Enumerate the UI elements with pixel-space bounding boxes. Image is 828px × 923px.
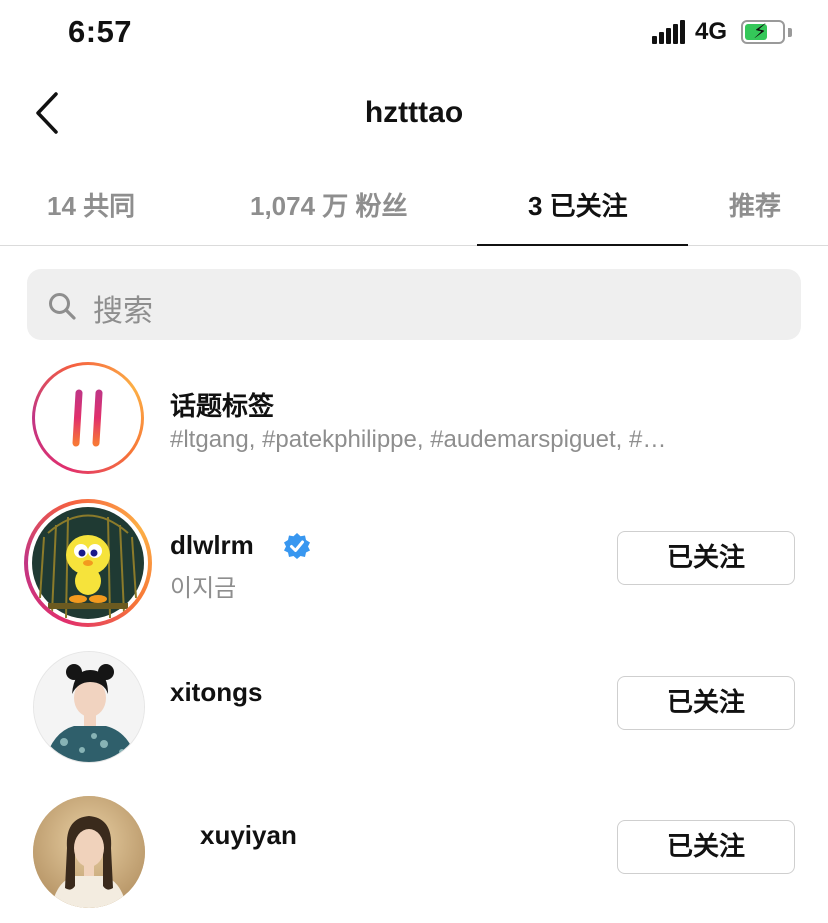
username: xitongs (170, 677, 263, 707)
search-placeholder: 搜索 (93, 295, 153, 328)
list-item[interactable]: dlwlrm 이지금 已关注 (0, 495, 828, 635)
battery-cap (788, 28, 792, 37)
tab-following[interactable]: 3 已关注 (528, 186, 628, 223)
list-item[interactable]: xitongs 已关注 (0, 645, 828, 775)
username: dlwlrm (170, 530, 254, 560)
page-title: hztttao (364, 96, 464, 129)
network-type: 4G (695, 18, 728, 45)
profile-photo-icon (33, 796, 145, 908)
display-name: 이지금 (170, 575, 237, 602)
charging-bolt-icon: ⚡ (753, 21, 768, 43)
tabs-divider (0, 245, 828, 246)
verified-badge-icon (284, 533, 310, 559)
status-time: 6:57 (68, 14, 133, 49)
avatar[interactable] (24, 499, 152, 627)
following-button[interactable]: 已关注 (617, 531, 795, 585)
avatar[interactable] (33, 651, 145, 763)
signal-strength-icon (652, 20, 688, 44)
search-icon (49, 293, 76, 320)
cartoon-bird-avatar-icon (32, 507, 144, 619)
list-item[interactable]: xuyiyan 已关注 (0, 790, 828, 920)
tab-followers[interactable]: 1,074 万 粉丝 (250, 186, 408, 223)
hashtag-avatar (32, 362, 144, 474)
hashtags-row[interactable]: 话题标签 #ltgang, #patekphilippe, #audemarsp… (0, 356, 828, 481)
following-button[interactable]: 已关注 (617, 820, 795, 874)
tab-suggested[interactable]: 推荐 (729, 186, 781, 223)
username: xuyiyan (200, 820, 297, 850)
active-tab-indicator (477, 244, 688, 246)
hashtag-icon (60, 389, 116, 447)
tab-mutual[interactable]: 14 共同 (47, 186, 135, 223)
battery-icon: ⚡ (741, 20, 785, 44)
following-button[interactable]: 已关注 (617, 676, 795, 730)
profile-photo-icon (34, 652, 144, 762)
avatar[interactable] (33, 796, 145, 908)
hashtags-list: #ltgang, #patekphilippe, #audemarspiguet… (170, 426, 667, 453)
search-input[interactable]: 搜索 (27, 269, 801, 340)
hashtags-title: 话题标签 (170, 391, 275, 421)
